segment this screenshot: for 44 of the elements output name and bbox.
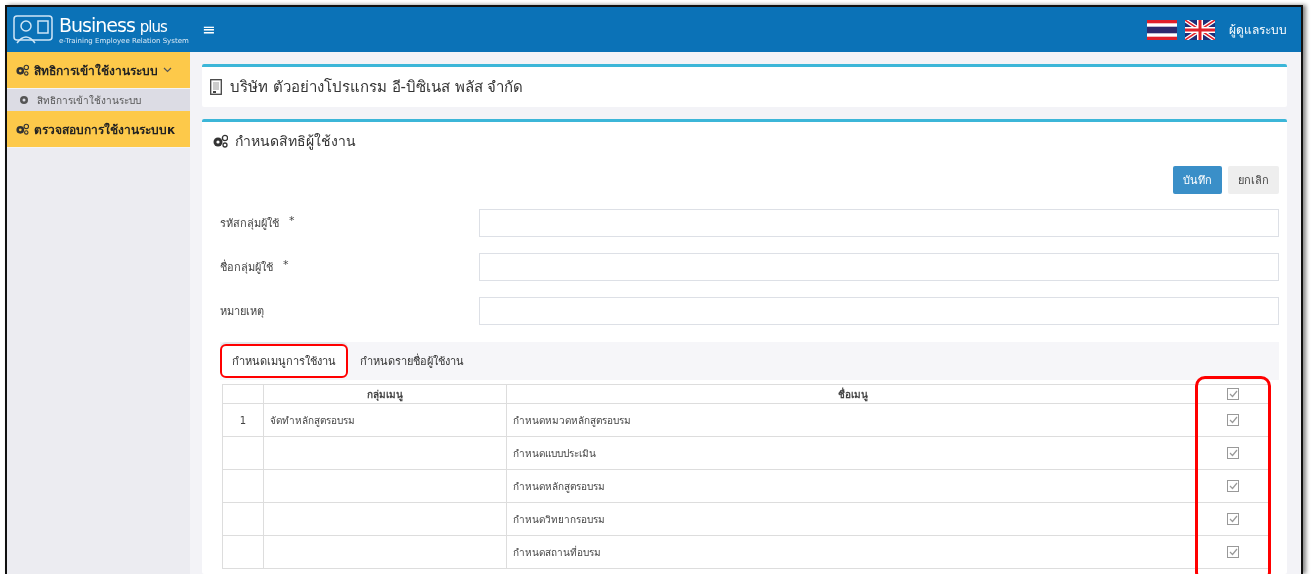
gears-icon	[212, 134, 228, 148]
uk-flag-icon[interactable]	[1185, 19, 1215, 40]
input-field[interactable]	[479, 209, 1279, 237]
checkbox[interactable]	[1227, 546, 1239, 558]
save-button[interactable]: บันทึก	[1173, 166, 1222, 194]
checkbox[interactable]	[1227, 388, 1239, 400]
chevron-down-icon	[163, 67, 172, 73]
checkbox[interactable]	[1227, 513, 1239, 525]
input-field[interactable]	[479, 253, 1279, 281]
thai-flag-icon[interactable]	[1147, 19, 1177, 40]
required-mark: *	[289, 214, 295, 227]
header-cell	[222, 384, 264, 404]
menu-button[interactable]: ≡	[194, 20, 224, 39]
brand-name: Business plus	[59, 14, 168, 37]
header-cell: ชื่อเมนู	[506, 384, 1198, 404]
field-label: หมายเหตุ	[220, 304, 264, 320]
checkbox[interactable]	[1227, 414, 1239, 426]
field-label: ชื่อกลุ่มผู้ใช้	[220, 258, 273, 276]
gear-icon	[19, 95, 29, 105]
checkbox[interactable]	[1227, 447, 1239, 459]
tab[interactable]: กำหนดเมนูการใช้งาน	[220, 344, 348, 378]
tab[interactable]: กำหนดรายชื่อผู้ใช้งาน	[348, 344, 476, 378]
table-cell: 1	[222, 403, 264, 437]
sidebar-item[interactable]: สิทธิการเข้าใช้งานระบบ	[7, 52, 190, 89]
person-screen-icon	[13, 14, 53, 45]
gears-icon	[15, 123, 29, 135]
building-icon	[210, 79, 222, 95]
table-cell	[222, 469, 264, 503]
required-mark: *	[283, 258, 289, 271]
field-label: รหัสกลุ่มผู้ใช้	[220, 216, 279, 232]
gears-icon	[15, 64, 29, 76]
user-name[interactable]: ผู้ดูแลระบบ	[1229, 20, 1287, 39]
header-cell: กลุ่มเมนู	[263, 384, 507, 404]
panel-title: กำหนดสิทธิผู้ใช้งาน	[235, 132, 356, 152]
input-field[interactable]	[479, 297, 1279, 325]
sidebar-subitem[interactable]: สิทธิการเข้าใช้งานระบบ	[7, 89, 190, 111]
cancel-button[interactable]: ยกเลิก	[1228, 166, 1279, 194]
company-name: บริษัท ตัวอย่างโปรแกรม อี-บิซิเนส พลัส จำกัด	[230, 77, 524, 98]
table-cell: จัดทำหลักสูตรอบรม	[263, 403, 507, 437]
table-cell	[222, 436, 264, 470]
table-cell	[222, 535, 264, 569]
checkbox[interactable]	[1227, 480, 1239, 492]
table-cell	[222, 502, 264, 536]
sidebar-item[interactable]: ตรวจสอบการใช้งานระบบк	[7, 111, 190, 148]
